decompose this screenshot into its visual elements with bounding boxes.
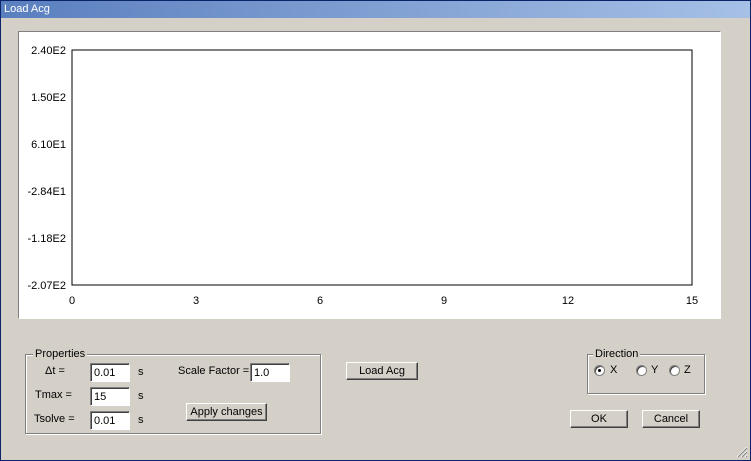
load-acg-window: Load Acg 2.40E2 1.50E2 6.10E1 -2.84E1 -1.18E… xyxy=(0,0,751,461)
y-tick-label: -2.84E1 xyxy=(27,186,66,198)
plot-area-border xyxy=(71,49,693,286)
dt-label: Δt = xyxy=(45,365,65,377)
x-tick-label: 6 xyxy=(317,295,323,307)
scale-factor-label: Scale Factor = xyxy=(178,365,250,377)
x-tick-label: 0 xyxy=(69,295,75,307)
tmax-unit: s xyxy=(138,390,144,402)
x-tick-label: 3 xyxy=(193,295,199,307)
acceleration-chart: 2.40E2 1.50E2 6.10E1 -2.84E1 -1.18E2 -2.07E20… xyxy=(27,45,698,307)
x-tick-label: 15 xyxy=(686,295,698,307)
x-tick-label: 12 xyxy=(562,295,574,307)
dt-unit: s xyxy=(138,366,144,378)
y-tick-label: -1.18E2 xyxy=(27,233,66,245)
radio-selected-dot xyxy=(598,369,601,372)
tmax-label: Tmax = xyxy=(35,389,72,401)
ok-button[interactable]: OK xyxy=(570,410,628,428)
acceleration-plot-frame: 2.40E2 1.50E2 6.10E1 -2.84E1 -1.18E2 -2.07E2 0… xyxy=(18,31,721,319)
y-tick-label: 1.50E2 xyxy=(31,92,66,104)
apply-changes-button[interactable]: Apply changes xyxy=(186,403,267,421)
direction-x-radio[interactable] xyxy=(594,365,605,376)
tsolve-unit: s xyxy=(138,414,144,426)
tsolve-input[interactable] xyxy=(90,411,130,430)
properties-legend: Properties xyxy=(33,348,88,360)
direction-x-label: X xyxy=(610,364,618,376)
direction-z-radio[interactable] xyxy=(669,365,680,376)
y-tick-label: 2.40E2 xyxy=(31,45,66,57)
direction-z-label: Z xyxy=(684,364,691,376)
tsolve-label: Tsolve = xyxy=(34,413,75,425)
direction-y-radio[interactable] xyxy=(636,365,647,376)
direction-y-label: Y xyxy=(651,364,659,376)
x-tick-label: 9 xyxy=(441,295,447,307)
direction-legend: Direction xyxy=(593,348,641,360)
cancel-button[interactable]: Cancel xyxy=(642,410,700,428)
dt-input[interactable] xyxy=(90,363,130,382)
y-tick-label: -2.07E2 xyxy=(27,280,66,292)
y-tick-label: 6.10E1 xyxy=(31,139,66,151)
resize-grip-icon[interactable] xyxy=(736,446,748,458)
window-title: Load Acg xyxy=(4,3,50,15)
scale-factor-input[interactable] xyxy=(250,363,290,382)
load-acg-button[interactable]: Load Acg xyxy=(346,362,418,380)
title-bar[interactable]: Load Acg xyxy=(1,1,750,18)
tmax-input[interactable] xyxy=(90,387,130,406)
